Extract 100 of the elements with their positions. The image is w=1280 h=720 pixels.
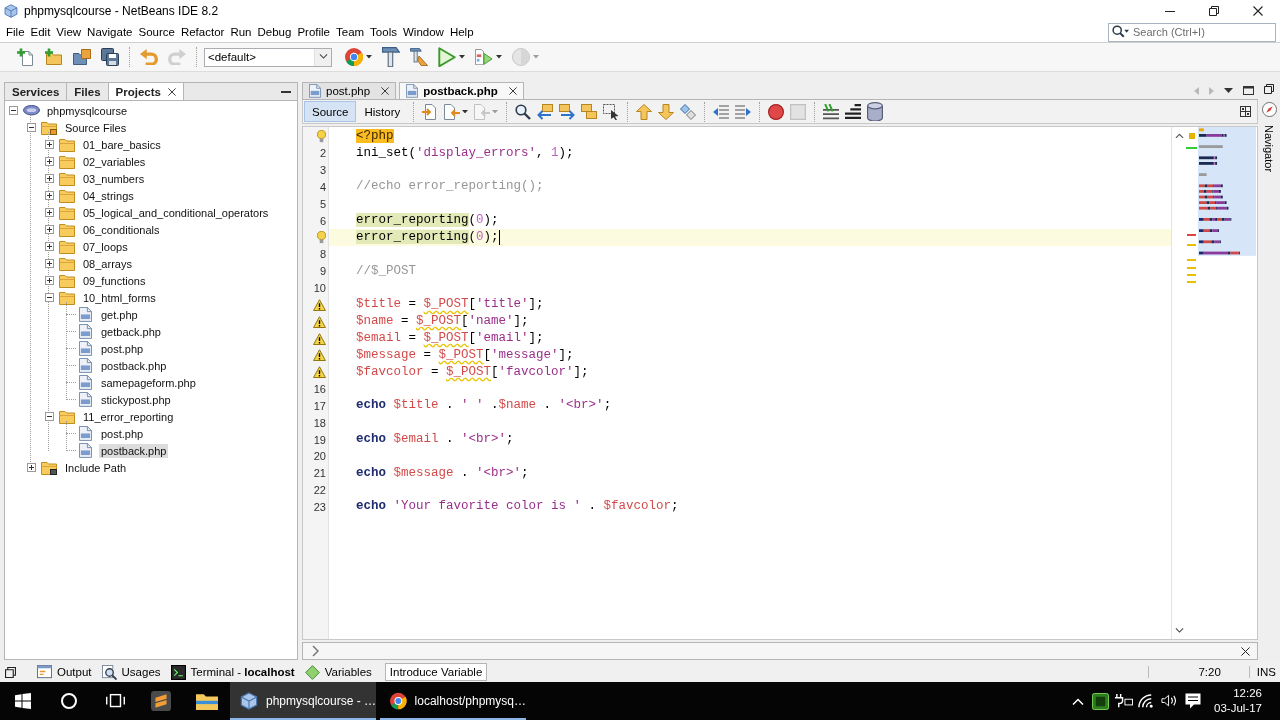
caret-icon[interactable] xyxy=(496,55,502,59)
collapse-icon[interactable] xyxy=(8,106,18,115)
menu-item[interactable]: Window xyxy=(399,25,447,39)
menu-item[interactable]: Edit xyxy=(27,25,54,39)
close-icon[interactable] xyxy=(1241,646,1250,656)
minimize-icon[interactable] xyxy=(1165,10,1175,12)
menu-item[interactable]: Tools xyxy=(367,25,400,39)
editor-tab[interactable]: postback.php xyxy=(399,82,524,99)
ring-icon[interactable] xyxy=(61,693,77,709)
minimize-icon[interactable] xyxy=(281,90,291,93)
tree-item[interactable]: 01_bare_basics xyxy=(81,137,163,152)
lines-icon[interactable] xyxy=(823,103,840,120)
tile-icon[interactable] xyxy=(1092,692,1110,710)
taskbar-button[interactable]: localhost/phpmysq… xyxy=(380,682,526,720)
bars-icon[interactable] xyxy=(845,104,862,119)
expand-icon[interactable] xyxy=(44,140,54,149)
collapse-icon[interactable] xyxy=(44,293,54,302)
caret-icon[interactable] xyxy=(459,55,465,59)
expand-icon[interactable] xyxy=(44,157,54,166)
close-icon[interactable] xyxy=(1253,6,1263,16)
menu-item[interactable]: Help xyxy=(446,25,477,39)
restore-icon[interactable] xyxy=(5,666,16,678)
compass-icon[interactable] xyxy=(1261,102,1277,117)
tree-item[interactable]: Include Path xyxy=(63,460,129,475)
tree-item[interactable]: 09_functions xyxy=(81,273,148,288)
task-view-icon[interactable] xyxy=(105,693,125,709)
tree-item[interactable]: post.php xyxy=(99,426,146,441)
expand-icon[interactable] xyxy=(44,191,54,200)
wifi-icon[interactable] xyxy=(1138,693,1156,709)
arrow-down-icon[interactable] xyxy=(658,103,675,120)
panel-tab[interactable]: Variables xyxy=(299,664,377,680)
tree-item[interactable]: 05_logical_and_conditional_operators xyxy=(81,205,271,220)
document-arrow-icon[interactable] xyxy=(422,103,439,120)
expand-icon[interactable] xyxy=(26,463,36,472)
browser-icon[interactable] xyxy=(345,48,363,66)
tree-item[interactable]: Source Files xyxy=(63,120,129,135)
tree-item[interactable]: post.php xyxy=(99,341,146,356)
tree-item[interactable]: 03_numbers xyxy=(81,171,147,186)
close-icon[interactable] xyxy=(381,87,390,95)
grid-icon[interactable] xyxy=(1240,106,1251,117)
tree-item[interactable]: 10_html_forms xyxy=(81,290,158,305)
tree-item[interactable]: 04_strings xyxy=(81,188,136,203)
record-icon[interactable] xyxy=(768,103,785,120)
cylinder-icon[interactable] xyxy=(867,101,884,122)
search-box[interactable]: Search (Ctrl+I) xyxy=(1108,22,1276,42)
tree-item[interactable]: 11_error_reporting xyxy=(81,409,176,424)
menu-item[interactable]: Refactor xyxy=(177,25,228,39)
menu-item[interactable]: Team xyxy=(333,25,368,39)
panel-tab[interactable]: Projects xyxy=(108,83,184,100)
search-icon[interactable] xyxy=(515,103,532,120)
taskbar-button[interactable]: phpmysqlcourse - … xyxy=(230,682,376,720)
restore-icon[interactable] xyxy=(1264,84,1274,94)
menu-item[interactable]: Profile xyxy=(294,25,333,39)
stacked-boxes-icon[interactable] xyxy=(581,104,598,119)
expand-icon[interactable] xyxy=(44,208,54,217)
caret-icon[interactable] xyxy=(366,55,372,59)
expand-icon[interactable] xyxy=(44,259,54,268)
indent-icon[interactable] xyxy=(735,104,752,119)
tree-item[interactable]: 06_conditionals xyxy=(81,222,162,237)
panel-tab[interactable]: Terminal - localhost xyxy=(165,664,300,680)
maximize-icon[interactable] xyxy=(1243,86,1254,95)
scrollbar[interactable] xyxy=(1171,127,1186,639)
config-select[interactable]: <default> xyxy=(204,47,332,67)
folder-plus-icon[interactable] xyxy=(45,48,63,66)
diamonds-icon[interactable] xyxy=(680,103,697,120)
caret-icon[interactable] xyxy=(462,109,469,114)
code-minimap[interactable] xyxy=(1198,127,1256,256)
selection-icon[interactable] xyxy=(603,103,620,120)
close-icon[interactable] xyxy=(508,87,517,95)
tree-item[interactable]: samepageform.php xyxy=(99,375,198,390)
editor-tab[interactable]: post.php xyxy=(302,82,397,99)
plug-icon[interactable] xyxy=(1114,694,1134,708)
tree-item[interactable]: 02_variables xyxy=(81,154,148,169)
hammer-broom-icon[interactable] xyxy=(410,48,428,66)
tree-item[interactable]: get.php xyxy=(99,307,140,322)
tree-item[interactable]: postback.php xyxy=(99,443,169,458)
arrow-left-icon[interactable] xyxy=(537,103,554,120)
navigator-tab[interactable]: Navigator xyxy=(1263,123,1275,175)
arrow-up-icon[interactable] xyxy=(636,103,653,120)
expand-icon[interactable] xyxy=(44,242,54,251)
folders-icon[interactable] xyxy=(73,49,91,65)
menu-item[interactable]: Run xyxy=(227,25,255,39)
view-tab[interactable]: Source xyxy=(304,101,357,122)
collapse-icon[interactable] xyxy=(26,123,36,132)
tree-item[interactable]: phpmysqlcourse xyxy=(45,103,130,118)
menu-item[interactable]: Debug xyxy=(254,25,295,39)
collapse-icon[interactable] xyxy=(44,412,54,421)
menu-item[interactable]: File xyxy=(3,25,28,39)
panel-tab[interactable]: Output xyxy=(32,665,97,679)
arrow-right-icon[interactable] xyxy=(559,103,576,120)
expand-icon[interactable] xyxy=(44,174,54,183)
close-icon[interactable] xyxy=(167,87,176,96)
search-field[interactable]: Search (Ctrl+I) xyxy=(1133,24,1275,40)
message-icon[interactable] xyxy=(1184,693,1201,709)
expand-icon[interactable] xyxy=(44,276,54,285)
hammer-icon[interactable] xyxy=(382,46,400,68)
menu-item[interactable]: Navigate xyxy=(84,25,136,39)
speaker-icon[interactable] xyxy=(1161,694,1179,708)
menu-item[interactable]: Source xyxy=(135,25,178,39)
chevron-up-icon[interactable] xyxy=(1174,133,1184,139)
